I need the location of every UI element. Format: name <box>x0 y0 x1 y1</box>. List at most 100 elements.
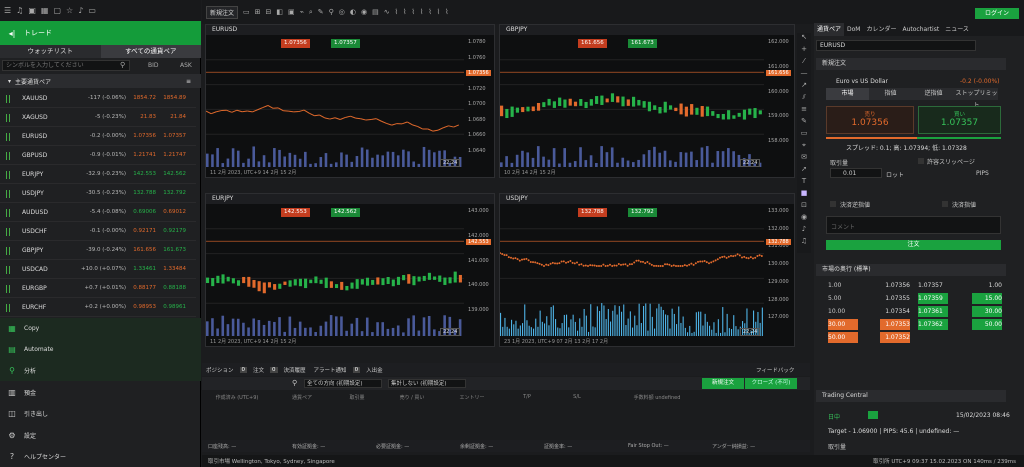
tool-icon[interactable]: ▤ <box>372 8 379 16</box>
table-row[interactable]: EURJPY -32.9 (-0.23%) 142.553 142.562 <box>0 165 196 184</box>
symbol-bid[interactable]: 0.92171 <box>126 228 156 234</box>
comment-icon[interactable]: ✉ <box>797 153 811 165</box>
table-row[interactable]: EURGBP +0.7 (+0.01%) 0.88177 0.88188 <box>0 279 196 298</box>
depth-price[interactable]: 1.07353 <box>880 319 910 330</box>
tool-icon[interactable]: ⊞ <box>255 8 261 16</box>
tab-right[interactable]: DoM <box>844 23 863 36</box>
cursor-icon[interactable]: ↖ <box>797 33 811 45</box>
chart-panel[interactable]: USDJPY 133.000 132.000 131.000 130.000 129.00… <box>499 193 795 347</box>
tab-right[interactable]: 通貨ペア <box>814 23 845 36</box>
price-chart[interactable] <box>206 204 495 347</box>
eye-icon[interactable]: ◉ <box>797 213 811 225</box>
sl-checkbox[interactable] <box>830 201 836 207</box>
tab-positions[interactable]: 入出金 <box>364 366 385 374</box>
tool-icon[interactable]: ⌇ <box>411 8 414 16</box>
column-header[interactable]: 作成済み (UTC+9) <box>202 394 272 401</box>
table-row[interactable]: XAUUSD -117 (-0.06%) 1854.72 1854.89 <box>0 89 196 108</box>
symbol-bid[interactable]: 0.69006 <box>126 209 156 215</box>
column-header[interactable]: 手数料額 undefined <box>602 394 712 401</box>
volume-input[interactable]: 0.01 <box>830 168 882 178</box>
place-order-button[interactable]: 注文 <box>826 240 1001 250</box>
symbol-bid[interactable]: 142.553 <box>126 171 156 177</box>
symbol-bid[interactable]: 0.98953 <box>126 304 156 310</box>
shape-icon[interactable]: ▭ <box>797 129 811 141</box>
lock-icon[interactable]: ⊡ <box>797 201 811 213</box>
symbol-bid[interactable]: 0.88177 <box>126 285 156 291</box>
positions-new-order-button[interactable]: 新規注文 <box>702 378 744 389</box>
tool-icon[interactable]: ⌁ <box>300 8 304 16</box>
color-icon[interactable]: ■ <box>797 189 811 201</box>
symbol-ask[interactable]: 0.88188 <box>156 285 186 291</box>
symbol-bid[interactable]: 1854.72 <box>126 95 156 101</box>
menu-item[interactable]: ▥ 預金 <box>0 382 201 403</box>
chart-title[interactable]: EURJPY <box>206 194 494 204</box>
buy-quote[interactable]: 132.792 <box>628 208 657 217</box>
symbol-ask[interactable]: 1854.89 <box>156 95 186 101</box>
symbol-ask[interactable]: 1.33484 <box>156 266 186 272</box>
column-header[interactable]: 通貨ペア <box>272 394 332 401</box>
symbol-bid[interactable]: 1.33461 <box>126 266 156 272</box>
crosshair-icon[interactable]: + <box>797 45 811 57</box>
sell-quote[interactable]: 161.656 <box>578 39 607 48</box>
symbol-bid[interactable]: 1.07356 <box>126 133 156 139</box>
column-header[interactable]: 売り / 買い <box>382 394 442 401</box>
group-header[interactable]: ▾ 主要通貨ペア ≡ <box>0 74 201 88</box>
depth-price[interactable]: 1.07361 <box>918 306 948 317</box>
sell-button[interactable]: 売り 1.07356 <box>826 106 914 134</box>
symbol-ask[interactable]: 21.84 <box>156 114 186 120</box>
channel-icon[interactable]: ⫽ <box>797 93 811 105</box>
layout-icon[interactable]: ▣ <box>28 6 36 15</box>
buy-quote[interactable]: 1.07357 <box>331 39 360 48</box>
window-icon[interactable]: ▢ <box>53 6 61 15</box>
menu-icon[interactable]: ☰ <box>4 6 11 15</box>
symbol-bid[interactable]: 1.21741 <box>126 152 156 158</box>
trade-bar[interactable]: ◂| トレード <box>0 21 201 45</box>
measure-icon[interactable]: ⌖ <box>797 141 811 153</box>
tool-icon[interactable]: ⌇ <box>437 8 440 16</box>
depth-price[interactable]: 1.07352 <box>880 332 910 343</box>
hline-icon[interactable]: — <box>797 69 811 81</box>
tool-icon[interactable]: ✎ <box>318 8 324 16</box>
sell-quote[interactable]: 142.553 <box>281 208 310 217</box>
collapse-icon[interactable]: ▭ <box>88 6 96 15</box>
menu-item[interactable]: ▦ Copy <box>0 318 201 339</box>
tab-positions[interactable]: ポジション <box>204 366 236 374</box>
tab-right[interactable]: ニュース <box>942 23 972 36</box>
symbol-ask[interactable]: 0.92179 <box>156 228 186 234</box>
tc-toggle[interactable] <box>868 411 878 419</box>
menu-item[interactable]: ? ヘルプセンター <box>0 446 201 467</box>
tool-icon[interactable]: ⌇ <box>420 8 423 16</box>
bell-icon[interactable]: ♫ <box>797 237 811 249</box>
table-row[interactable]: GBPJPY -39.0 (-0.24%) 161.656 161.673 <box>0 241 196 260</box>
symbol-ask[interactable]: 0.69012 <box>156 209 186 215</box>
search-icon[interactable]: ⚲ <box>292 379 297 387</box>
depth-price[interactable]: 1.07362 <box>918 319 948 330</box>
tab-positions[interactable]: 決済履歴 <box>282 366 308 374</box>
tool-icon[interactable]: ▭ <box>243 8 250 16</box>
buy-quote[interactable]: 161.673 <box>628 39 657 48</box>
table-row[interactable]: AUDUSD -5.4 (-0.08%) 0.69006 0.69012 <box>0 203 196 222</box>
depth-price[interactable]: 1.07354 <box>880 306 910 317</box>
depth-price[interactable]: 1.07355 <box>880 293 910 304</box>
symbol-bid[interactable]: 132.788 <box>126 190 156 196</box>
symbol-search-input[interactable]: シンボルを入力してください <box>2 60 130 71</box>
menu-item[interactable]: ⚲ 分析 <box>0 360 201 381</box>
symbol-ask[interactable]: 1.07357 <box>156 133 186 139</box>
menu-item[interactable]: ◫ 引き出し <box>0 403 201 424</box>
symbol-bid[interactable]: 161.656 <box>126 247 156 253</box>
grid-icon[interactable]: ▦ <box>41 6 49 15</box>
tab-positions[interactable]: 注文 <box>251 366 266 374</box>
column-header[interactable]: S/L <box>552 394 602 400</box>
symbol-ask[interactable]: 161.673 <box>156 247 186 253</box>
tab-all-pairs[interactable]: すべての通貨ペア <box>100 45 201 58</box>
sell-quote[interactable]: 1.07356 <box>281 39 310 48</box>
depth-price[interactable]: 1.07359 <box>918 293 948 304</box>
column-header[interactable]: 取引量 <box>332 394 382 401</box>
table-row[interactable]: USDCHF -0.1 (-0.00%) 0.92171 0.92179 <box>0 222 196 241</box>
symbol-ask[interactable]: 142.562 <box>156 171 186 177</box>
tab-right[interactable]: カレンダー <box>863 23 899 36</box>
tab-watchlist[interactable]: ウォッチリスト <box>0 45 101 58</box>
tool-icon[interactable]: ⚲ <box>329 8 334 16</box>
tool-icon[interactable]: ◐ <box>350 8 356 16</box>
symbol-ask[interactable]: 132.792 <box>156 190 186 196</box>
